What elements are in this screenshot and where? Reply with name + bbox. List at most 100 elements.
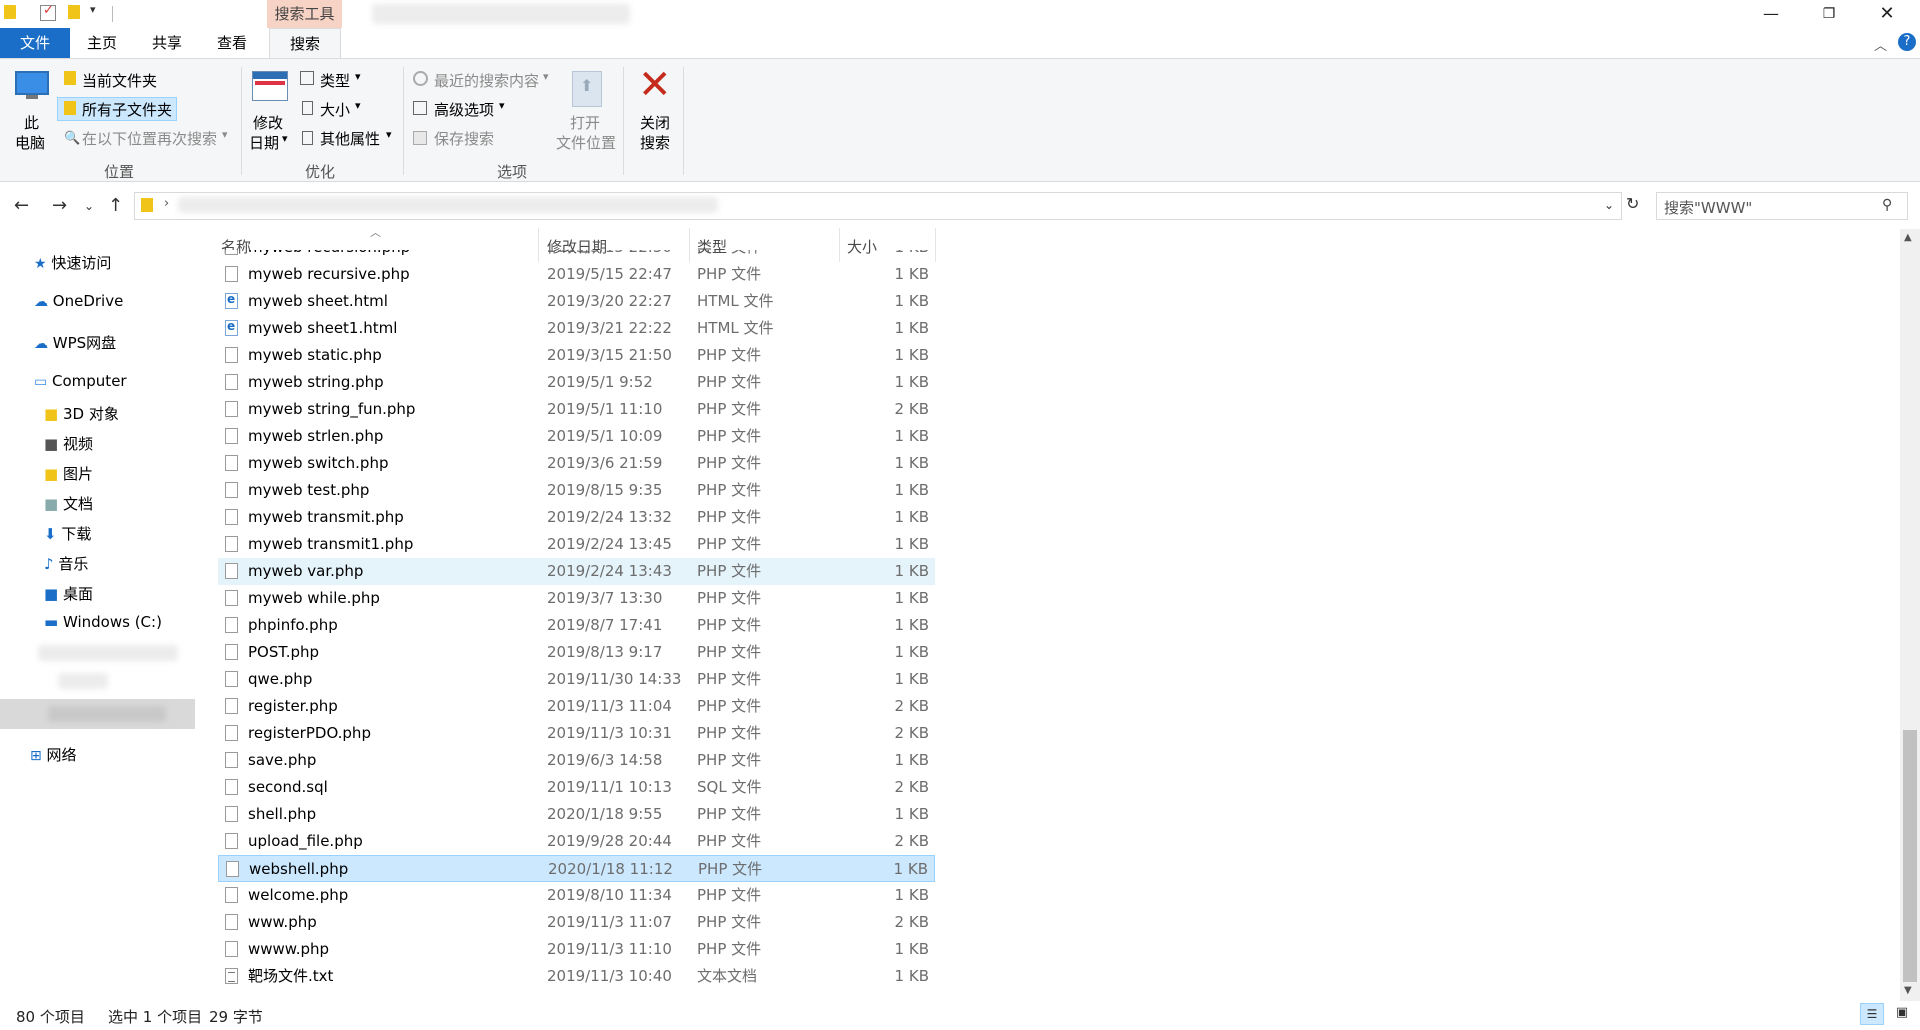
file-type: PHP 文件 xyxy=(697,616,762,634)
close-search-label-2[interactable]: 搜索 xyxy=(640,132,670,153)
file-row[interactable]: POST.php 2019/8/13 9:17 PHP 文件 1 KB xyxy=(218,639,935,666)
tab-file[interactable]: 文件 xyxy=(0,28,70,58)
size-dropdown-icon[interactable]: ▾ xyxy=(355,99,361,112)
scrollbar-thumb[interactable] xyxy=(1903,730,1917,982)
file-row[interactable]: qwe.php 2019/11/30 14:33 PHP 文件 1 KB xyxy=(218,666,935,693)
tab-view[interactable]: 查看 xyxy=(210,28,254,58)
type-dropdown-icon[interactable]: ▾ xyxy=(355,70,361,83)
file-row[interactable]: myweb while.php 2019/3/7 13:30 PHP 文件 1 KB xyxy=(218,585,935,612)
file-size: 1 KB xyxy=(894,292,929,310)
other-properties-dropdown-icon[interactable]: ▾ xyxy=(386,128,392,141)
file-icon xyxy=(225,644,238,660)
refresh-icon[interactable]: ↻ xyxy=(1626,194,1639,213)
up-icon[interactable]: ↑ xyxy=(108,195,123,216)
scroll-up-icon[interactable]: ▲ xyxy=(1904,232,1912,243)
file-type: PHP 文件 xyxy=(697,508,762,526)
file-type: PHP 文件 xyxy=(697,250,761,261)
all-subfolders-button[interactable]: 所有子文件夹 xyxy=(82,99,172,120)
file-name: upload_file.php xyxy=(248,832,363,850)
file-row[interactable]: shell.php 2020/1/18 9:55 PHP 文件 1 KB xyxy=(218,801,935,828)
folder-icon[interactable] xyxy=(4,5,16,19)
file-row[interactable]: myweb test.php 2019/8/15 9:35 PHP 文件 1 KB xyxy=(218,477,935,504)
size-button[interactable]: 大小 xyxy=(320,99,350,120)
file-row[interactable]: myweb static.php 2019/3/15 21:50 PHP 文件 1 K… xyxy=(218,342,935,369)
file-name: webshell.php xyxy=(249,860,349,878)
breadcrumb-chevron-icon[interactable]: › xyxy=(164,196,169,211)
type-button[interactable]: 类型 xyxy=(320,70,350,91)
search-icon[interactable]: ⚲ xyxy=(1882,197,1892,213)
forward-icon[interactable]: → xyxy=(52,195,67,216)
file-icon xyxy=(225,374,238,390)
search-input[interactable]: 搜索"WWW" xyxy=(1664,197,1752,218)
save-search-button[interactable]: 保存搜索 xyxy=(434,128,494,149)
file-row[interactable]: wwww.php 2019/11/3 11:10 PHP 文件 1 KB xyxy=(218,936,935,963)
file-name: myweb sheet.html xyxy=(248,292,388,310)
file-date: 2019/8/15 9:35 xyxy=(547,481,663,499)
this-pc-label-2[interactable]: 电脑 xyxy=(15,132,45,153)
recent-locations-icon[interactable]: ⌄ xyxy=(84,199,94,213)
advanced-options-button[interactable]: 高级选项 xyxy=(434,99,494,120)
tab-share[interactable]: 共享 xyxy=(145,28,189,58)
file-date: 2019/5/1 11:10 xyxy=(547,400,663,418)
file-row[interactable]: register.php 2019/11/3 11:04 PHP 文件 2 KB xyxy=(218,693,935,720)
tab-home[interactable]: 主页 xyxy=(80,28,124,58)
address-dropdown-icon[interactable]: ⌄ xyxy=(1604,198,1614,212)
date-modified-dropdown-icon[interactable]: ▾ xyxy=(282,132,288,145)
recent-searches-button[interactable]: 最近的搜索内容 xyxy=(434,70,539,91)
file-row[interactable]: myweb sheet1.html 2019/3/21 22:22 HTML 文件 1… xyxy=(218,315,935,342)
html-file-icon xyxy=(225,319,238,336)
properties-icon[interactable]: ✓ xyxy=(40,3,56,21)
status-bytes: 29 字节 xyxy=(209,1008,263,1026)
file-name: registerPDO.php xyxy=(248,724,371,742)
file-row[interactable]: myweb var.php 2019/2/24 13:43 PHP 文件 1 KB xyxy=(218,558,935,585)
qat-dropdown-icon[interactable]: ▾ xyxy=(90,3,106,19)
file-row[interactable]: myweb string_fun.php 2019/5/1 11:10 PHP 文件… xyxy=(218,396,935,423)
file-row[interactable]: myweb sheet.html 2019/3/20 22:27 HTML 文件 1 … xyxy=(218,288,935,315)
open-location-label-1[interactable]: 打开 xyxy=(570,112,600,133)
new-folder-icon[interactable] xyxy=(68,5,80,19)
file-name: save.php xyxy=(248,751,317,769)
file-row[interactable]: myweb string.php 2019/5/1 9:52 PHP 文件 1 KB xyxy=(218,369,935,396)
file-row[interactable]: myweb recursion.php 2019/5/15 22:50 PHP 文件… xyxy=(218,250,935,261)
other-properties-button[interactable]: 其他属性 xyxy=(320,128,380,149)
file-row[interactable]: myweb recursive.php 2019/5/15 22:47 PHP 文件… xyxy=(218,261,935,288)
date-modified-label-1[interactable]: 修改 xyxy=(253,112,283,133)
file-row[interactable]: second.sql 2019/11/1 10:13 SQL 文件 2 KB xyxy=(218,774,935,801)
search-again-button[interactable]: 在以下位置再次搜索 xyxy=(82,128,217,149)
file-row[interactable]: myweb strlen.php 2019/5/1 10:09 PHP 文件 1 KB xyxy=(218,423,935,450)
address-folder-icon xyxy=(141,198,153,212)
help-icon[interactable]: ? xyxy=(1898,33,1916,51)
file-row[interactable]: myweb transmit1.php 2019/2/24 13:45 PHP 文件… xyxy=(218,531,935,558)
file-row[interactable]: webshell.php 2020/1/18 11:12 PHP 文件 1 KB xyxy=(218,855,935,882)
file-row[interactable]: myweb transmit.php 2019/2/24 13:32 PHP 文件 1… xyxy=(218,504,935,531)
file-row[interactable]: upload_file.php 2019/9/28 20:44 PHP 文件 2 KB xyxy=(218,828,935,855)
advanced-options-dropdown-icon[interactable]: ▾ xyxy=(499,99,505,112)
file-row[interactable]: welcome.php 2019/8/10 11:34 PHP 文件 1 KB xyxy=(218,882,935,909)
collapse-ribbon-icon[interactable]: ︿ xyxy=(1874,35,1887,54)
file-row[interactable]: 靶场文件.txt 2019/11/3 10:40 文本文档 1 KB xyxy=(218,963,935,990)
location-group-label: 位置 xyxy=(104,163,135,181)
minimize-icon[interactable]: — xyxy=(1742,0,1800,28)
details-view-icon[interactable]: ☰ xyxy=(1860,1003,1884,1025)
large-icons-view-icon[interactable]: ▣ xyxy=(1890,1003,1914,1025)
current-folder-button[interactable]: 当前文件夹 xyxy=(82,70,157,91)
file-row[interactable]: save.php 2019/6/3 14:58 PHP 文件 1 KB xyxy=(218,747,935,774)
restore-icon[interactable]: ❐ xyxy=(1800,0,1858,28)
search-again-dropdown-icon[interactable]: ▾ xyxy=(222,128,228,141)
file-type: HTML 文件 xyxy=(697,292,774,310)
open-location-label-2[interactable]: 文件位置 xyxy=(556,132,616,153)
recent-searches-dropdown-icon[interactable]: ▾ xyxy=(543,70,549,83)
close-search-label-1[interactable]: 关闭 xyxy=(640,112,670,133)
tab-search[interactable]: 搜索 xyxy=(269,28,341,58)
file-row[interactable]: www.php 2019/11/3 11:07 PHP 文件 2 KB xyxy=(218,909,935,936)
back-icon[interactable]: ← xyxy=(14,195,29,216)
date-modified-label-2[interactable]: 日期 xyxy=(249,132,279,153)
file-name: myweb string.php xyxy=(248,373,384,391)
file-row[interactable]: registerPDO.php 2019/11/3 10:31 PHP 文件 2 KB xyxy=(218,720,935,747)
this-pc-stand xyxy=(26,95,38,99)
scroll-down-icon[interactable]: ▼ xyxy=(1904,985,1912,996)
close-window-icon[interactable]: ✕ xyxy=(1858,0,1916,28)
file-row[interactable]: myweb switch.php 2019/3/6 21:59 PHP 文件 1 KB xyxy=(218,450,935,477)
file-row[interactable]: phpinfo.php 2019/8/7 17:41 PHP 文件 1 KB xyxy=(218,612,935,639)
this-pc-label-1[interactable]: 此 xyxy=(24,112,39,133)
